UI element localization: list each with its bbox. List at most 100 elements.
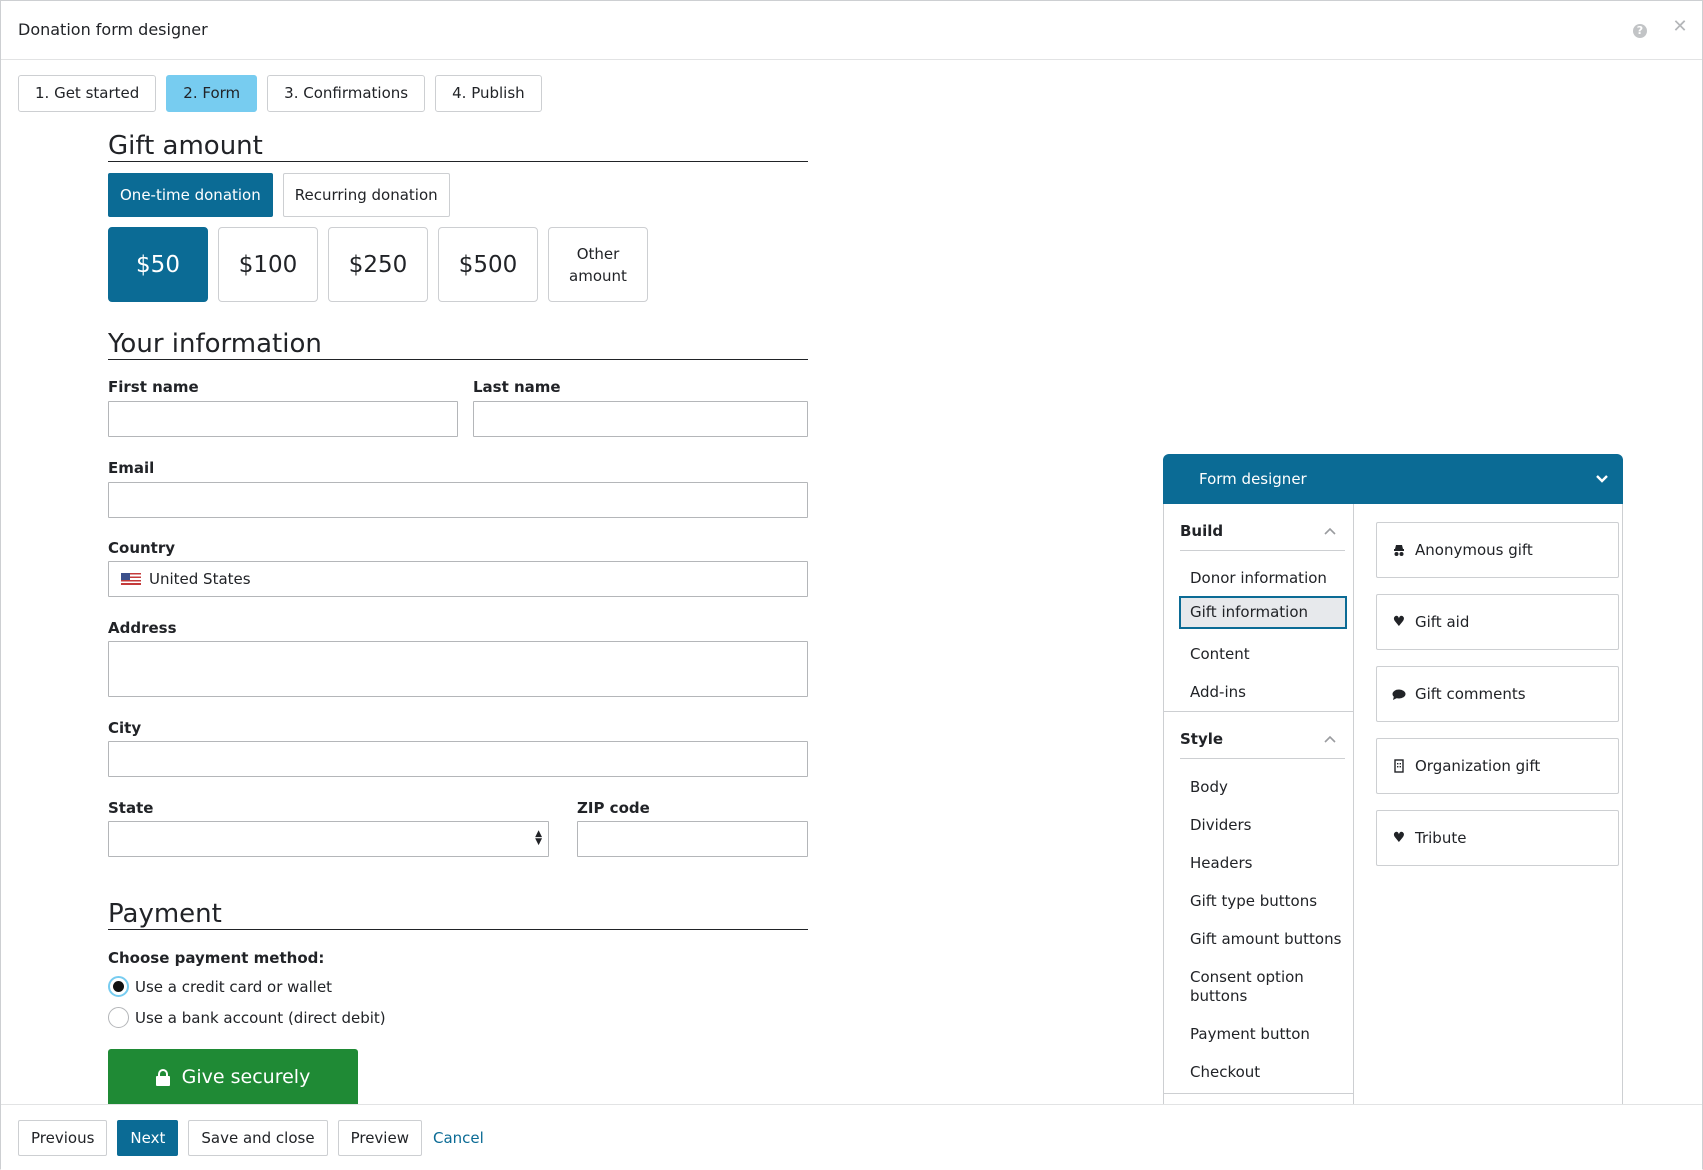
tribute-label: Tribute	[1415, 829, 1467, 847]
give-securely-button[interactable]: Give securely	[108, 1049, 358, 1105]
building-icon	[1391, 739, 1407, 816]
tab-publish[interactable]: 4. Publish	[435, 75, 542, 112]
form-preview: Gift amount One-time donation Recurring …	[108, 131, 808, 360]
tab-confirmations[interactable]: 3. Confirmations	[267, 75, 426, 112]
cancel-link[interactable]: Cancel	[432, 1129, 484, 1147]
organization-gift-label: Organization gift	[1415, 757, 1541, 775]
tab-get-started[interactable]: 1. Get started	[18, 75, 157, 112]
nav-item-donor-information[interactable]: Donor information	[1180, 569, 1348, 588]
donation-form-designer-dialog: Donation form designer ? ✕ 1. Get starte…	[0, 0, 1703, 1170]
component-tribute[interactable]: ♥ Tribute	[1376, 810, 1619, 866]
nav-item-checkout[interactable]: Checkout	[1180, 1063, 1348, 1082]
credit-card-option[interactable]: Use a credit card or wallet	[108, 976, 332, 997]
nav-item-dividers[interactable]: Dividers	[1180, 816, 1348, 835]
country-label: Country	[108, 539, 176, 557]
nav-item-headers[interactable]: Headers	[1180, 854, 1348, 873]
nav-item-payment-button[interactable]: Payment button	[1180, 1025, 1348, 1044]
anonymous-gift-label: Anonymous gift	[1415, 541, 1533, 559]
dialog-header: Donation form designer ? ✕	[1, 1, 1702, 60]
gift-amount-buttons: $50 $100 $250 $500 Other amount	[108, 227, 808, 302]
your-information-heading: Your information	[108, 329, 808, 360]
lock-icon	[155, 1069, 170, 1086]
preview-button[interactable]: Preview	[337, 1120, 422, 1156]
nav-item-gift-amount-buttons[interactable]: Gift amount buttons	[1180, 930, 1348, 949]
style-section-header[interactable]: Style	[1180, 719, 1345, 759]
build-section-header[interactable]: Build	[1180, 511, 1345, 551]
heart-icon: ♥	[1392, 614, 1406, 630]
nav-divider	[1164, 711, 1354, 712]
amount-250-button[interactable]: $250	[328, 227, 428, 302]
form-designer-header[interactable]: Form designer	[1163, 454, 1623, 504]
form-designer-body: Build Donor information Gift information…	[1163, 504, 1623, 1104]
payment-heading: Payment	[108, 899, 808, 930]
gift-aid-label: Gift aid	[1415, 613, 1470, 631]
save-and-close-button[interactable]: Save and close	[188, 1120, 328, 1156]
chevron-up-icon[interactable]	[1323, 719, 1337, 775]
component-anonymous-gift[interactable]: Anonymous gift	[1376, 522, 1619, 578]
chevron-up-icon[interactable]	[1323, 511, 1337, 567]
help-icon[interactable]: ?	[1633, 24, 1647, 38]
comment-icon	[1391, 667, 1407, 744]
amount-500-button[interactable]: $500	[438, 227, 538, 302]
build-heading: Build	[1180, 522, 1224, 540]
footer-buttons: Previous Next Save and close Preview Can…	[18, 1120, 484, 1156]
dialog-title: Donation form designer	[18, 20, 208, 39]
designer-nav: Build Donor information Gift information…	[1164, 504, 1354, 1104]
bank-account-option[interactable]: Use a bank account (direct debit)	[108, 1007, 386, 1028]
dialog-footer: Previous Next Save and close Preview Can…	[1, 1104, 1702, 1170]
gift-type-buttons: One-time donation Recurring donation	[108, 173, 808, 217]
tab-form[interactable]: 2. Form	[166, 75, 258, 112]
gift-comments-label: Gift comments	[1415, 685, 1526, 703]
amount-50-button[interactable]: $50	[108, 227, 208, 302]
previous-button[interactable]: Previous	[18, 1120, 108, 1156]
style-heading: Style	[1180, 730, 1224, 748]
credit-card-label: Use a credit card or wallet	[135, 977, 333, 996]
address-input[interactable]	[108, 641, 808, 697]
component-gift-comments[interactable]: Gift comments	[1376, 666, 1619, 722]
other-amount-button[interactable]: Other amount	[548, 227, 648, 302]
other-amount-line1: Other	[576, 244, 620, 263]
nav-item-content[interactable]: Content	[1180, 645, 1348, 664]
credit-card-radio[interactable]	[108, 976, 129, 997]
country-value: United States	[149, 570, 251, 588]
country-select[interactable]: United States	[108, 561, 808, 597]
recurring-donation-button[interactable]: Recurring donation	[282, 173, 450, 217]
amount-100-button[interactable]: $100	[218, 227, 318, 302]
gift-amount-heading: Gift amount	[108, 131, 808, 162]
other-amount-line2: amount	[569, 266, 627, 285]
component-organization-gift[interactable]: Organization gift	[1376, 738, 1619, 794]
us-flag-icon	[121, 573, 141, 585]
give-securely-label: Give securely	[181, 1066, 311, 1088]
state-label: State	[108, 799, 154, 817]
bank-account-radio[interactable]	[108, 1007, 129, 1028]
one-time-donation-button[interactable]: One-time donation	[108, 173, 273, 217]
nav-item-gift-type-buttons[interactable]: Gift type buttons	[1180, 892, 1348, 911]
other-amount-label: Other amount	[569, 243, 627, 287]
nav-item-add-ins[interactable]: Add-ins	[1180, 683, 1348, 702]
last-name-input[interactable]	[473, 401, 808, 437]
zip-code-label: ZIP code	[577, 799, 650, 817]
close-icon[interactable]: ✕	[1672, 18, 1688, 36]
first-name-input[interactable]	[108, 401, 458, 437]
city-input[interactable]	[108, 741, 808, 777]
zip-code-input[interactable]	[577, 821, 808, 857]
nav-item-consent-option-buttons[interactable]: Consent option buttons	[1180, 968, 1330, 1006]
state-select[interactable]: ▲ ▼	[108, 821, 549, 857]
form-designer-title: Form designer	[1199, 470, 1307, 488]
nav-item-gift-information[interactable]: Gift information	[1179, 596, 1347, 629]
nav-divider	[1164, 1093, 1354, 1094]
choose-payment-label: Choose payment method:	[108, 949, 325, 967]
select-arrows-icon: ▲ ▼	[535, 829, 542, 847]
last-name-label: Last name	[473, 378, 561, 396]
form-designer-panel: Form designer Build Donor information Gi…	[1163, 454, 1623, 1104]
email-input[interactable]	[108, 482, 808, 518]
nav-item-body[interactable]: Body	[1180, 778, 1348, 797]
email-label: Email	[108, 459, 155, 477]
city-label: City	[108, 719, 142, 737]
incognito-icon	[1391, 523, 1407, 600]
next-button[interactable]: Next	[117, 1120, 179, 1156]
component-gift-aid[interactable]: ♥ Gift aid	[1376, 594, 1619, 650]
heart-icon: ♥	[1392, 830, 1406, 846]
address-label: Address	[108, 619, 177, 637]
step-tabs: 1. Get started 2. Form 3. Confirmations …	[18, 75, 542, 112]
